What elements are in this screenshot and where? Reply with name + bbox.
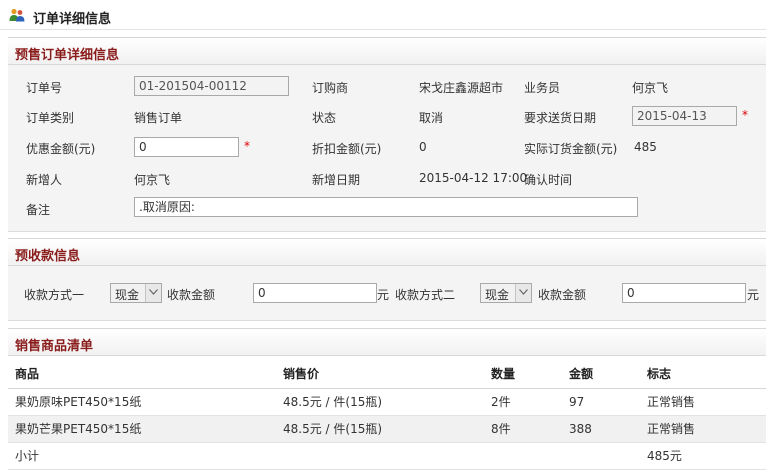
- rebate-label: 折扣金额(元): [312, 142, 382, 156]
- rebate-value: 0: [419, 140, 427, 154]
- status-label: 状态: [312, 111, 337, 125]
- goods-table-header-row: 商品 销售价 数量 金额 标志: [8, 360, 766, 389]
- goods-table: 商品 销售价 数量 金额 标志 果奶原味PET450*15纸 48.5元 / 件…: [8, 360, 766, 470]
- payment-section-title: 预收款信息: [15, 249, 81, 264]
- buyer-value: 宋戈庄鑫源超市: [419, 81, 504, 95]
- column-header-amount: 金额: [562, 360, 640, 389]
- order-type-value: 销售订单: [134, 111, 183, 125]
- goods-section-header: 销售商品清单: [8, 328, 766, 356]
- creator-value: 何京飞: [134, 173, 171, 187]
- actual-amount-value: 485: [634, 140, 657, 154]
- order-no-label: 订单号: [26, 81, 63, 95]
- order-section-title: 预售订单详细信息: [15, 48, 120, 63]
- flag-cell: 正常销售: [640, 388, 766, 416]
- payment-amount-1-input[interactable]: 0: [253, 283, 377, 303]
- table-row: 果奶芒果PET450*15纸 48.5元 / 件(15瓶) 8件 388 正常销…: [8, 415, 766, 443]
- payment-amount-2-label: 收款金额: [538, 288, 587, 302]
- order-section-header: 预售订单详细信息: [8, 37, 766, 65]
- payment-method-1-value: 现金: [115, 288, 140, 302]
- discount-label: 优惠金额(元): [26, 142, 96, 156]
- chevron-down-icon: [515, 284, 531, 302]
- payment-amount-2-input[interactable]: 0: [622, 283, 746, 303]
- required-mark: *: [244, 139, 250, 153]
- actual-amount-label: 实际订货金额(元): [524, 142, 618, 156]
- subtotal-value: 485元: [640, 442, 766, 470]
- payment-method-2-select[interactable]: 现金: [480, 283, 532, 303]
- remark-label: 备注: [26, 203, 51, 217]
- payment-panel: 收款方式一 现金 收款金额 0 元 收款方式二 现金 收款金额 0 元: [8, 266, 766, 321]
- payment-method-1-select[interactable]: 现金: [110, 283, 162, 303]
- buyer-label: 订购商: [312, 81, 349, 95]
- amount-cell: 388: [562, 415, 640, 443]
- creator-label: 新增人: [26, 173, 63, 187]
- payment-section-header: 预收款信息: [8, 238, 766, 266]
- order-type-label: 订单类别: [26, 111, 75, 125]
- qty-cell: 2件: [484, 388, 562, 416]
- order-no-field[interactable]: 01-201504-00112: [134, 76, 289, 96]
- delivery-date-label: 要求送货日期: [524, 111, 597, 125]
- users-icon: [9, 8, 25, 22]
- payment-method-2-label: 收款方式二: [395, 288, 456, 302]
- column-header-product: 商品: [8, 360, 276, 389]
- price-cell: 48.5元 / 件(15瓶): [276, 388, 484, 416]
- page-header: 订单详细信息: [0, 0, 766, 30]
- product-cell: 果奶芒果PET450*15纸: [8, 415, 276, 443]
- payment-amount-2-unit: 元: [747, 288, 760, 302]
- payment-method-1-label: 收款方式一: [24, 288, 85, 302]
- order-details-panel: 订单号 01-201504-00112 订购商 宋戈庄鑫源超市 业务员 何京飞 …: [8, 65, 766, 232]
- page-title: 订单详细信息: [33, 12, 112, 27]
- amount-cell: 97: [562, 388, 640, 416]
- created-date-label: 新增日期: [312, 173, 361, 187]
- column-header-price: 销售价: [276, 360, 484, 389]
- qty-cell: 8件: [484, 415, 562, 443]
- status-value: 取消: [419, 111, 444, 125]
- required-mark: *: [742, 108, 748, 122]
- payment-amount-1-label: 收款金额: [167, 288, 216, 302]
- subtotal-label: 小计: [8, 442, 276, 470]
- chevron-down-icon: [145, 284, 161, 302]
- payment-method-2-value: 现金: [485, 288, 510, 302]
- delivery-date-field[interactable]: 2015-04-13: [632, 106, 737, 126]
- confirm-time-label: 确认时间: [524, 173, 573, 187]
- payment-amount-1-unit: 元: [377, 288, 390, 302]
- salesman-label: 业务员: [524, 81, 561, 95]
- discount-input[interactable]: 0: [134, 137, 239, 157]
- salesman-value: 何京飞: [632, 81, 669, 95]
- column-header-qty: 数量: [484, 360, 562, 389]
- column-header-flag: 标志: [640, 360, 766, 389]
- created-date-value: 2015-04-12 17:00: [419, 171, 528, 185]
- subtotal-row: 小计 485元: [8, 442, 766, 470]
- remark-input[interactable]: .取消原因:: [134, 197, 638, 217]
- goods-section-title: 销售商品清单: [15, 339, 94, 354]
- product-cell: 果奶原味PET450*15纸: [8, 388, 276, 416]
- flag-cell: 正常销售: [640, 415, 766, 443]
- table-row: 果奶原味PET450*15纸 48.5元 / 件(15瓶) 2件 97 正常销售: [8, 388, 766, 416]
- price-cell: 48.5元 / 件(15瓶): [276, 415, 484, 443]
